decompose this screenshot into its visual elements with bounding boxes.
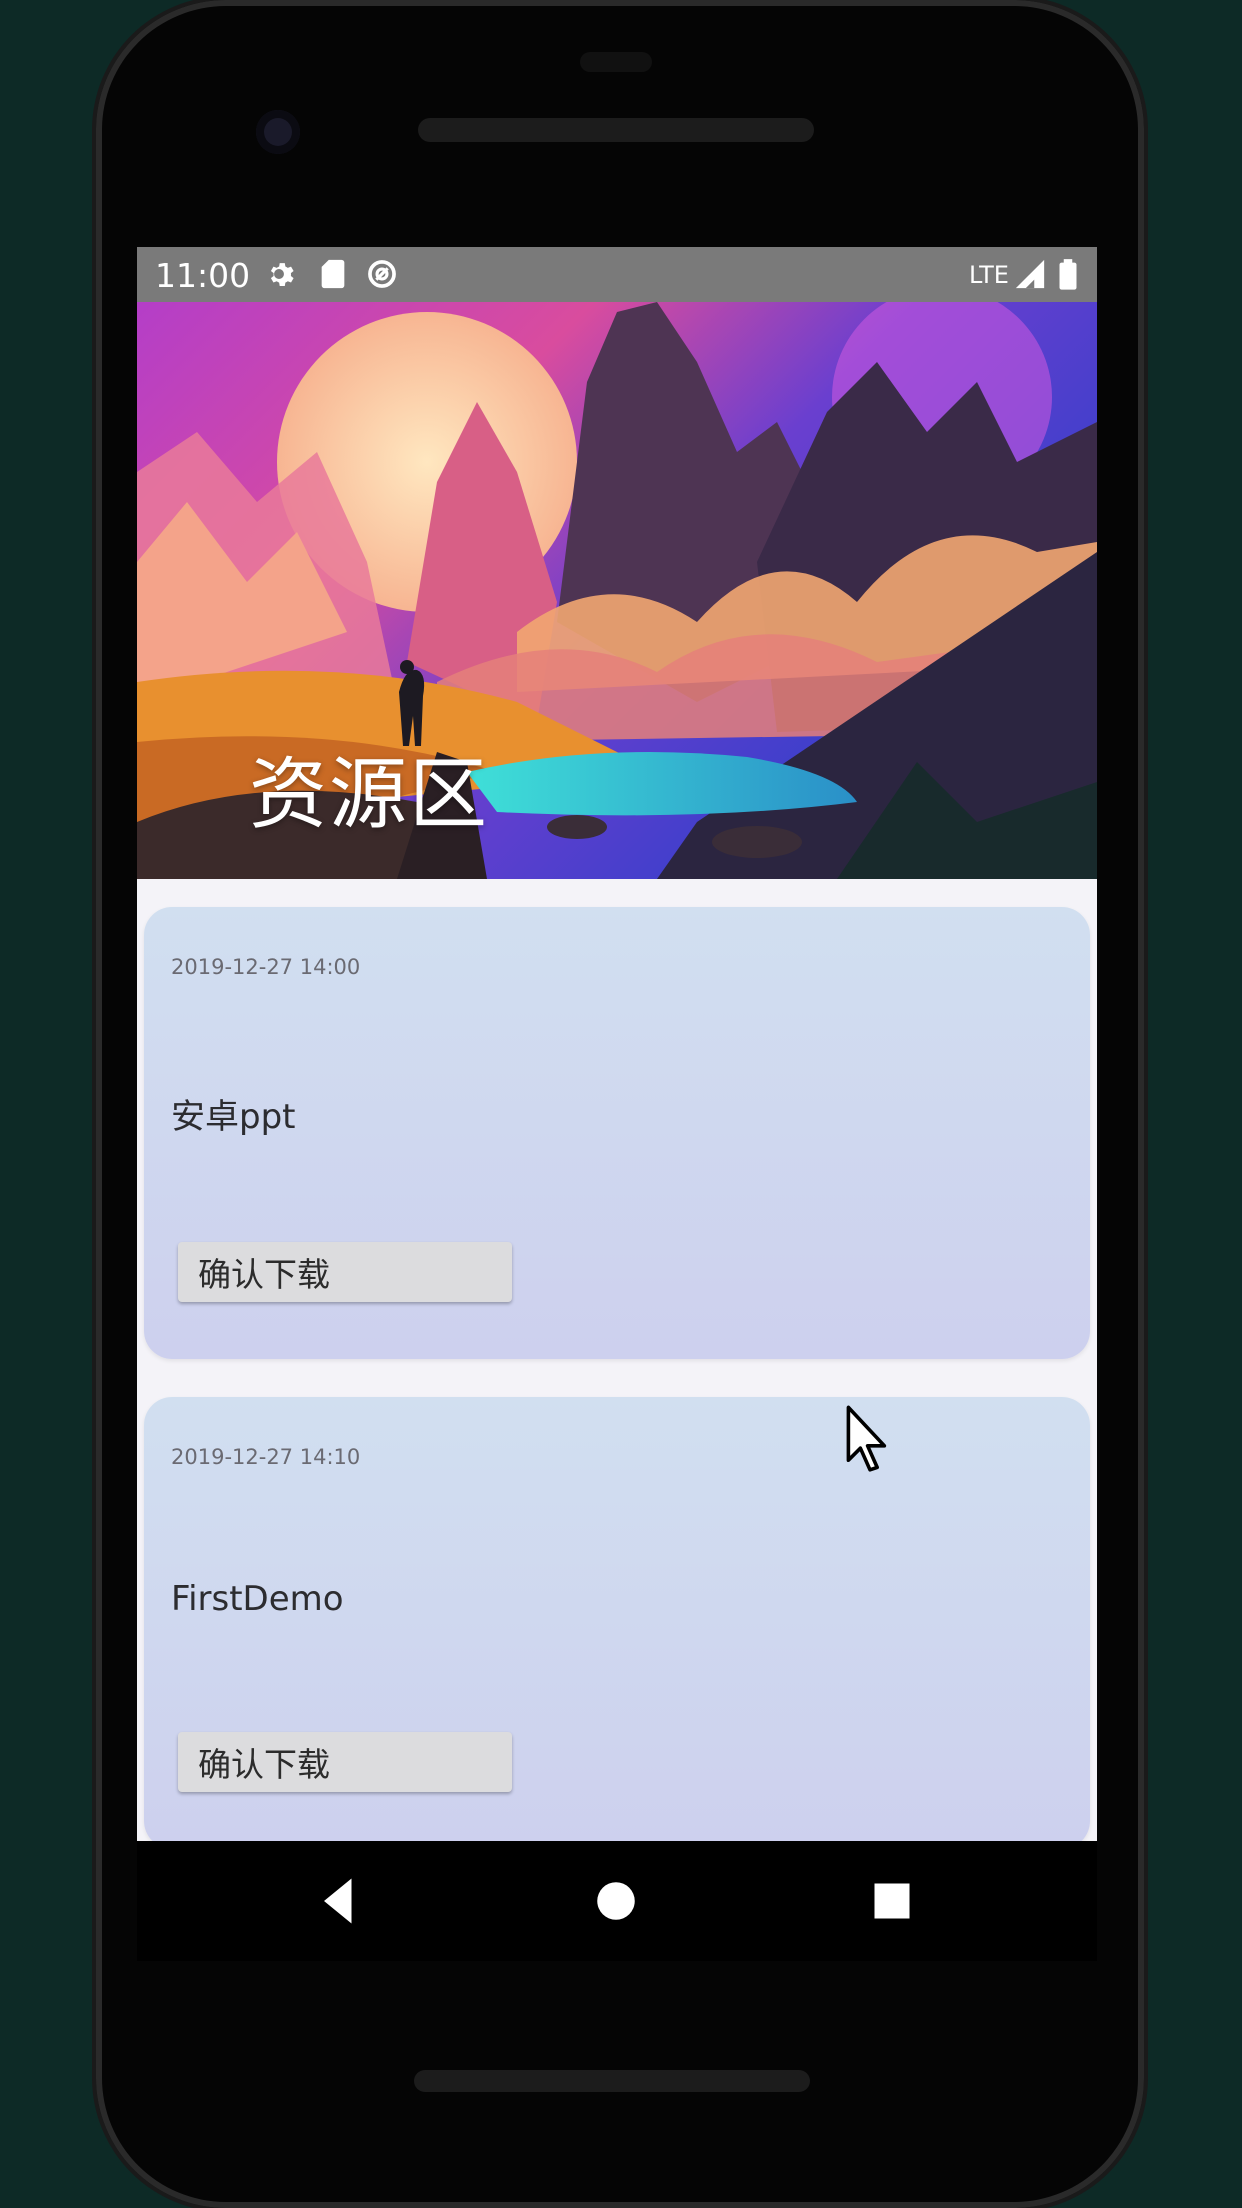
mouse-cursor-icon	[846, 1405, 887, 1472]
resource-title: FirstDemo	[171, 1579, 344, 1619]
status-bar: 11:00 LTE	[137, 247, 1097, 302]
header-banner: 资源区	[137, 302, 1097, 879]
navigation-bar	[137, 1841, 1097, 1961]
page-title: 资源区	[249, 750, 490, 840]
resource-card: 2019-12-27 14:00 安卓ppt 确认下载	[144, 907, 1090, 1359]
recents-icon[interactable]	[862, 1871, 922, 1931]
resource-title: 安卓ppt	[171, 1097, 296, 1137]
confirm-download-button[interactable]: 确认下载	[178, 1732, 512, 1792]
resource-card: 2019-12-27 14:10 FirstDemo 确认下载	[144, 1397, 1090, 1841]
earpiece-speaker	[418, 118, 814, 142]
home-icon[interactable]	[586, 1871, 646, 1931]
back-icon[interactable]	[309, 1871, 369, 1931]
sd-card-icon	[321, 259, 345, 289]
bottom-speaker	[414, 2070, 810, 2092]
proximity-sensor	[580, 52, 652, 72]
gear-icon	[270, 263, 294, 287]
data-saver-icon	[368, 260, 396, 288]
status-time: 11:00	[155, 256, 251, 295]
confirm-download-button[interactable]: 确认下载	[178, 1242, 512, 1302]
front-camera	[256, 110, 300, 154]
network-type: LTE	[969, 261, 1009, 289]
signal-icon	[1015, 259, 1045, 289]
battery-icon	[1059, 259, 1077, 290]
app-screen: 11:00 LTE 资源区 2019-12-27 14:00 安卓ppt 确认下…	[137, 247, 1097, 1841]
resource-date: 2019-12-27 14:10	[171, 1445, 361, 1469]
resource-date: 2019-12-27 14:00	[171, 955, 361, 979]
